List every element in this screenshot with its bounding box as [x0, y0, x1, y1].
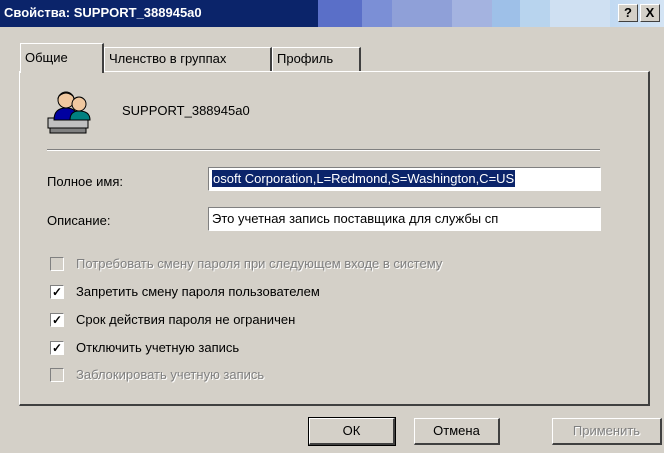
- checkbox-box[interactable]: ✓: [50, 341, 64, 355]
- apply-button[interactable]: Применить: [552, 418, 662, 445]
- full-name-input[interactable]: osoft Corporation,L=Redmond,S=Washington…: [208, 167, 601, 191]
- checkbox-box[interactable]: [50, 368, 64, 382]
- description-input[interactable]: Это учетная запись поставщика для службы…: [208, 207, 601, 231]
- tab-profile[interactable]: Профиль: [272, 47, 361, 71]
- window-title: Свойства: SUPPORT_388945a0: [4, 5, 202, 20]
- username-text: SUPPORT_388945a0: [122, 103, 250, 118]
- properties-dialog: Свойства: SUPPORT_388945a0 ? X Общие Чле…: [0, 0, 664, 453]
- tab-membership[interactable]: Членство в группах: [104, 47, 272, 71]
- cancel-button[interactable]: Отмена: [414, 418, 500, 445]
- tab-general[interactable]: Общие: [20, 43, 104, 73]
- tab-panel: [19, 71, 650, 406]
- checkbox-box[interactable]: [50, 257, 64, 271]
- help-button[interactable]: ?: [618, 4, 638, 22]
- title-bar[interactable]: Свойства: SUPPORT_388945a0 ? X: [0, 0, 664, 27]
- checkbox-box[interactable]: ✓: [50, 313, 64, 327]
- ok-button[interactable]: ОК: [308, 417, 396, 446]
- checkbox-box[interactable]: ✓: [50, 285, 64, 299]
- close-button[interactable]: X: [640, 4, 660, 22]
- full-name-label: Полное имя:: [47, 174, 123, 189]
- users-icon: [47, 91, 91, 134]
- description-label: Описание:: [47, 213, 111, 228]
- separator: [47, 149, 600, 151]
